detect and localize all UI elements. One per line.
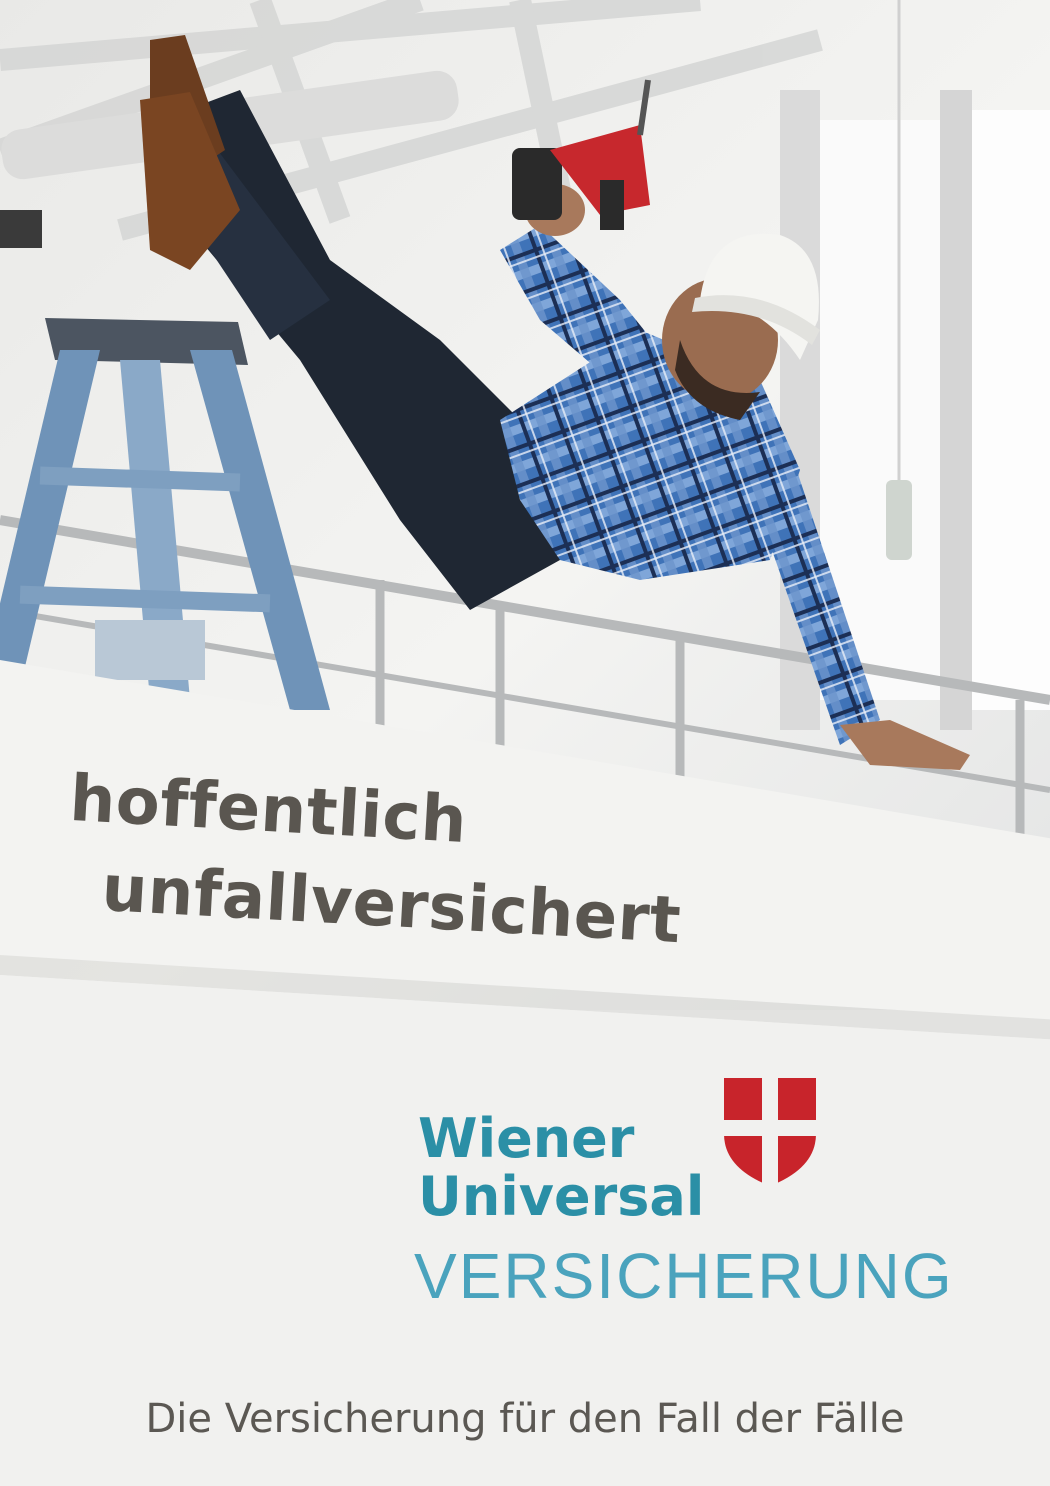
insurance-poster: hoffentlich unfallversichert Wiener Univ… bbox=[0, 0, 1050, 1486]
brand-name-universal: Universal bbox=[418, 1165, 705, 1228]
brand-name-wiener: Wiener bbox=[418, 1107, 635, 1170]
wall-vent bbox=[0, 210, 42, 248]
lamp-fixture bbox=[886, 480, 912, 560]
tagline: Die Versicherung für den Fall der Fälle bbox=[145, 1396, 905, 1442]
brand-name-versicherung: VERSICHERUNG bbox=[414, 1240, 954, 1312]
window-pane bbox=[970, 110, 1050, 710]
vienna-shield-icon bbox=[724, 1078, 816, 1186]
column bbox=[940, 90, 972, 730]
